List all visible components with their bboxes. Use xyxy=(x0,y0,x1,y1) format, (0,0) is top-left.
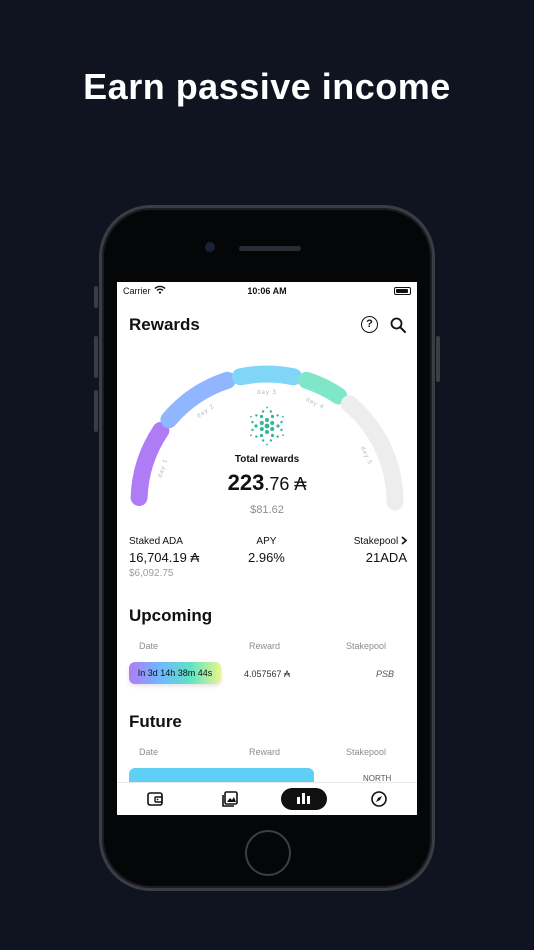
total-rewards-value: 223.76 ₳ xyxy=(117,470,417,496)
volume-down-button xyxy=(94,390,98,432)
logo-dot xyxy=(255,414,258,417)
tab-rewards[interactable] xyxy=(281,788,327,810)
logo-dot xyxy=(282,434,284,437)
upcoming-col-date: Date xyxy=(139,641,159,651)
logo-dot xyxy=(276,424,280,428)
upcoming-title: Upcoming xyxy=(129,606,213,625)
headline: Earn passive income xyxy=(83,66,451,107)
tab-bar xyxy=(117,782,417,815)
future-col-reward: Reward xyxy=(249,747,281,757)
logo-dot xyxy=(259,421,264,425)
logo-dot xyxy=(266,443,268,446)
search-icon[interactable] xyxy=(389,316,407,334)
logo-dot xyxy=(250,434,252,437)
apy-value: 2.96% xyxy=(248,550,285,565)
logo-dot xyxy=(280,428,283,432)
staked-ada-stat: Staked ADA 16,704.19 ₳ $6,092.75 xyxy=(129,536,199,579)
logo-dot xyxy=(265,430,269,434)
logo-dot xyxy=(266,406,268,409)
home-button[interactable] xyxy=(245,830,291,876)
logo-dot xyxy=(282,415,284,418)
upcoming-stakepool: PSB xyxy=(376,669,395,679)
logo-dot xyxy=(280,420,283,424)
app-screen: Carrier 10:06 AM Rewards ? day 1 day 2 day… xyxy=(117,282,417,815)
logo-dot xyxy=(276,435,279,438)
logo-dot xyxy=(255,435,258,438)
status-bar: Carrier 10:06 AM xyxy=(117,282,417,300)
logo-dot xyxy=(270,421,275,425)
logo-dot xyxy=(251,420,254,424)
gallery-icon[interactable] xyxy=(220,789,240,809)
logo-dot xyxy=(269,410,273,413)
gauge-label-day-4: day 4 xyxy=(305,397,325,411)
status-time: 10:06 AM xyxy=(247,286,287,296)
total-rewards-fraction: .76 ₳ xyxy=(264,474,307,494)
stakepool-stat[interactable]: Stakepool 21ADA xyxy=(353,536,408,565)
total-rewards-label: Total rewards xyxy=(234,454,300,465)
question-circle-icon[interactable]: ? xyxy=(361,316,378,333)
total-rewards-whole: 223 xyxy=(227,470,265,495)
future-title: Future xyxy=(129,712,182,731)
earpiece-speaker xyxy=(239,246,301,251)
logo-dot xyxy=(270,433,275,438)
logo-dot xyxy=(269,439,273,442)
future-col-stakepool: Stakepool xyxy=(346,747,387,757)
staked-ada-value: 16,704.19 ₳ xyxy=(129,550,200,565)
logo-dot xyxy=(261,410,265,413)
logo-dot xyxy=(254,424,258,428)
upcoming-col-stakepool: Stakepool xyxy=(346,641,387,651)
staked-ada-label: Staked ADA xyxy=(129,536,183,547)
cardano-logo xyxy=(250,406,284,446)
upcoming-countdown: In 3d 14h 38m 44s xyxy=(129,662,221,684)
logo-dot xyxy=(264,423,270,429)
logo-dot xyxy=(261,439,265,442)
volume-up-button xyxy=(94,336,98,378)
logo-dot xyxy=(276,414,279,417)
gauge-segment-4 xyxy=(298,371,348,405)
logo-dot xyxy=(259,427,264,431)
logo-dot xyxy=(259,433,264,438)
upcoming-reward: 4.057567 ₳ xyxy=(244,669,291,679)
gauge-label-day-2: day 2 xyxy=(196,404,216,420)
power-button xyxy=(436,336,440,382)
future-col-date: Date xyxy=(139,747,159,757)
apy-label: APY xyxy=(256,536,277,547)
total-rewards-fiat: $81.62 xyxy=(250,504,284,516)
stakepool-label: Stakepool xyxy=(353,536,399,547)
logo-dot xyxy=(250,415,252,418)
logo-dot xyxy=(270,414,275,419)
compass-icon[interactable] xyxy=(369,789,389,809)
bar-chart-icon xyxy=(297,793,310,804)
front-camera xyxy=(205,242,215,252)
chevron-right-icon xyxy=(401,536,408,545)
page-title: Rewards xyxy=(129,315,200,334)
logo-dot xyxy=(270,427,275,431)
stakepool-value: 21ADA xyxy=(365,550,407,565)
apy-stat: APY 2.96% xyxy=(248,536,285,565)
gauge-segment-3 xyxy=(231,365,303,386)
stakepool-label-row[interactable]: Stakepool xyxy=(353,536,408,547)
logo-dot xyxy=(259,414,264,419)
staked-ada-fiat: $6,092.75 xyxy=(129,568,174,579)
upcoming-col-reward: Reward xyxy=(249,641,281,651)
logo-dot xyxy=(265,418,269,422)
wallet-icon[interactable] xyxy=(145,789,165,809)
gauge-label-day-3: day 3 xyxy=(257,390,277,396)
logo-dot xyxy=(251,428,254,432)
battery-icon xyxy=(394,287,411,295)
mute-switch xyxy=(94,286,98,308)
